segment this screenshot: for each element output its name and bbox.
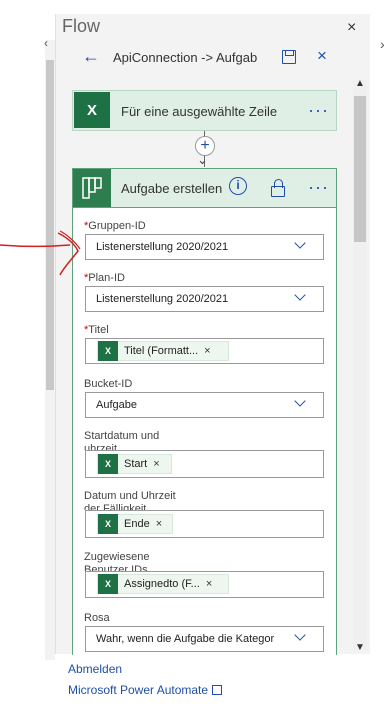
annotation-arrow bbox=[0, 230, 81, 276]
close-panel-icon[interactable]: × bbox=[347, 19, 356, 37]
token-label: Start bbox=[124, 458, 148, 470]
token-label: Assignedto (F... bbox=[124, 578, 200, 590]
titel-token[interactable]: X Titel (Formatt... × bbox=[97, 341, 229, 361]
arrow-down-icon: ⌄ bbox=[197, 152, 208, 167]
excel-icon: X bbox=[74, 92, 110, 128]
lock-icon[interactable] bbox=[271, 179, 285, 197]
field-label-startdatum: Startdatum und bbox=[84, 430, 160, 442]
planner-icon bbox=[73, 169, 111, 207]
scroll-up-icon[interactable]: ▲ bbox=[355, 78, 365, 89]
discard-close-icon[interactable]: × bbox=[317, 46, 327, 66]
header-title: ApiConnection -> Aufgab bbox=[113, 50, 258, 65]
page: ‹ › Flow × ← ApiConnection -> Aufgab × ▲… bbox=[0, 0, 390, 708]
assignedto-token[interactable]: X Assignedto (F... × bbox=[97, 574, 229, 594]
field-label-plan-id: *Plan-ID bbox=[84, 272, 125, 284]
trigger-card-title: Für eine ausgewählte Zeile bbox=[121, 104, 278, 119]
start-token[interactable]: X Start × bbox=[97, 454, 172, 474]
field-label-startdatum-line2: uhrzeit bbox=[84, 443, 118, 450]
field-label-rosa: Rosa bbox=[84, 612, 110, 624]
excel-icon: X bbox=[98, 574, 118, 594]
back-arrow-icon[interactable]: ← bbox=[82, 46, 100, 67]
field-label-gruppen-id: *Gruppen-ID bbox=[84, 220, 146, 232]
info-icon[interactable]: i bbox=[229, 177, 247, 195]
field-label-bucket-id: Bucket-ID bbox=[84, 378, 133, 390]
field-label-titel: *Titel bbox=[84, 324, 109, 336]
scrollbar-thumb[interactable] bbox=[354, 96, 366, 242]
signout-link[interactable]: Abmelden bbox=[68, 662, 122, 676]
remove-token-icon[interactable]: × bbox=[153, 458, 159, 470]
remove-token-icon[interactable]: × bbox=[206, 578, 212, 590]
excel-icon: X bbox=[98, 514, 118, 534]
power-automate-link[interactable]: Microsoft Power Automate bbox=[68, 683, 223, 697]
action-card-title: Aufgabe erstellen bbox=[121, 181, 223, 196]
excel-icon: X bbox=[98, 341, 118, 361]
field-label-assigned-users-line2: Benutzer IDs bbox=[84, 564, 148, 571]
save-icon[interactable] bbox=[282, 50, 296, 64]
external-link-icon bbox=[212, 685, 223, 695]
bucket-id-value: Aufgabe bbox=[96, 399, 137, 411]
trigger-more-icon[interactable]: ··· bbox=[308, 100, 329, 121]
plan-id-value: Listenerstellung 2020/2021 bbox=[96, 293, 229, 305]
chevron-left-icon[interactable]: ‹ bbox=[44, 36, 48, 50]
ende-token[interactable]: X Ende × bbox=[97, 514, 173, 534]
excel-icon: X bbox=[98, 454, 118, 474]
remove-token-icon[interactable]: × bbox=[204, 345, 210, 357]
token-label: Ende bbox=[124, 518, 150, 530]
remove-token-icon[interactable]: × bbox=[156, 518, 162, 530]
field-label-faelligkeit-line2: der Fälligkeit bbox=[84, 503, 147, 510]
gruppen-id-value: Listenerstellung 2020/2021 bbox=[96, 241, 229, 253]
panel-title: Flow bbox=[62, 16, 101, 36]
action-more-icon[interactable]: ··· bbox=[308, 177, 329, 198]
field-label-faelligkeit: Datum und Uhrzeit bbox=[84, 490, 176, 502]
rosa-value: Wahr, wenn die Aufgabe die Kategor bbox=[96, 633, 275, 645]
token-label: Titel (Formatt... bbox=[124, 345, 199, 357]
chevron-right-icon[interactable]: › bbox=[380, 36, 385, 52]
field-label-assigned-users: Zugewiesene bbox=[84, 551, 150, 563]
scroll-down-icon[interactable]: ▼ bbox=[355, 642, 365, 653]
